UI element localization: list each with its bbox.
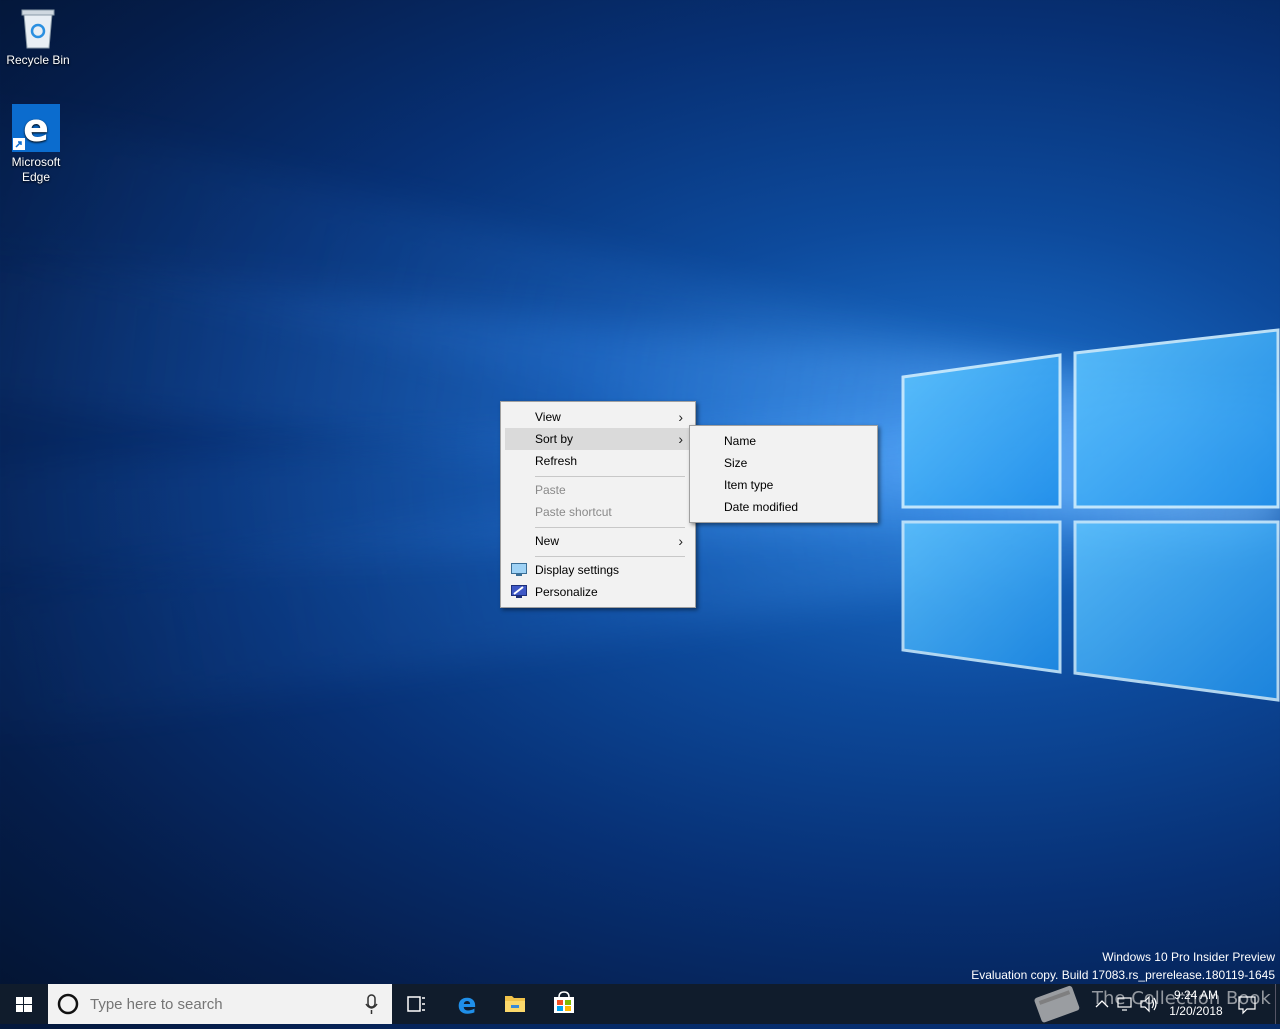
- edge-icon: e: [458, 987, 477, 1020]
- menu-item-label: New: [535, 534, 560, 548]
- menu-separator: [535, 476, 685, 477]
- menu-separator: [535, 527, 685, 528]
- submenu-item-item-type[interactable]: Item type: [694, 474, 873, 496]
- menu-item-label: Paste shortcut: [535, 505, 612, 519]
- desktop-icon-label: Microsoft: [11, 155, 61, 169]
- menu-item-sort-by[interactable]: Sort by ›: [505, 428, 691, 450]
- menu-separator: [535, 556, 685, 557]
- submenu-item-label: Name: [724, 434, 757, 448]
- desktop-context-menu: View › Sort by › Refresh Paste Paste sho…: [500, 401, 696, 608]
- menu-item-label: Paste: [535, 483, 566, 497]
- personalize-icon: [511, 585, 527, 598]
- menu-item-personalize[interactable]: Personalize: [505, 581, 691, 603]
- menu-item-label: Personalize: [535, 585, 598, 599]
- submenu-item-label: Item type: [724, 478, 774, 492]
- search-input[interactable]: [88, 992, 352, 1016]
- branding-text: The Collection Book: [1092, 988, 1271, 1009]
- display-settings-icon: [511, 563, 527, 576]
- recycle-bin-icon: [21, 9, 55, 49]
- edge-icon: e: [12, 104, 60, 152]
- taskbar-file-explorer-button[interactable]: [491, 984, 539, 1024]
- desktop-icon-label: Edge: [21, 170, 51, 184]
- taskbar-edge-button[interactable]: e: [443, 984, 491, 1024]
- chevron-right-icon: ›: [678, 533, 683, 549]
- menu-item-label: Sort by: [535, 432, 574, 446]
- microphone-icon[interactable]: [362, 984, 382, 1024]
- menu-item-label: Display settings: [535, 563, 620, 577]
- menu-item-display-settings[interactable]: Display settings: [505, 559, 691, 581]
- desktop-icon-recycle-bin[interactable]: Recycle Bin: [0, 6, 76, 68]
- menu-item-refresh[interactable]: Refresh: [505, 450, 691, 472]
- evaluation-watermark-line1: Windows 10 Pro Insider Preview: [1102, 950, 1275, 964]
- submenu-item-label: Date modified: [724, 500, 799, 514]
- desktop-icon-label: Recycle Bin: [6, 53, 70, 67]
- submenu-item-date-modified[interactable]: Date modified: [694, 496, 873, 518]
- taskbar-store-button[interactable]: [540, 984, 588, 1024]
- chevron-right-icon: ›: [678, 409, 683, 425]
- sort-by-submenu: Name Size Item type Date modified: [689, 425, 878, 523]
- task-view-button[interactable]: [392, 984, 440, 1024]
- windows-logo-wallpaper: [901, 328, 1280, 702]
- store-icon: [554, 991, 574, 1013]
- file-explorer-icon: [505, 996, 525, 1012]
- taskbar-search-box[interactable]: [48, 984, 392, 1024]
- menu-item-paste-shortcut: Paste shortcut: [505, 501, 691, 523]
- svg-text:e: e: [23, 106, 49, 150]
- desktop-icon-microsoft-edge[interactable]: e Microsoft Edge: [0, 104, 74, 185]
- menu-item-view[interactable]: View ›: [505, 406, 691, 428]
- menu-item-new[interactable]: New ›: [505, 530, 691, 552]
- windows-start-icon: [16, 997, 32, 1012]
- svg-text:e: e: [458, 987, 477, 1020]
- menu-item-label: Refresh: [535, 454, 578, 468]
- start-button[interactable]: [0, 984, 48, 1024]
- menu-item-label: View: [535, 410, 561, 424]
- submenu-item-name[interactable]: Name: [694, 430, 873, 452]
- submenu-item-label: Size: [724, 456, 748, 470]
- cortana-icon: [57, 993, 79, 1015]
- task-view-icon: [407, 996, 425, 1012]
- menu-item-paste: Paste: [505, 479, 691, 501]
- chevron-right-icon: ›: [678, 431, 683, 447]
- submenu-item-size[interactable]: Size: [694, 452, 873, 474]
